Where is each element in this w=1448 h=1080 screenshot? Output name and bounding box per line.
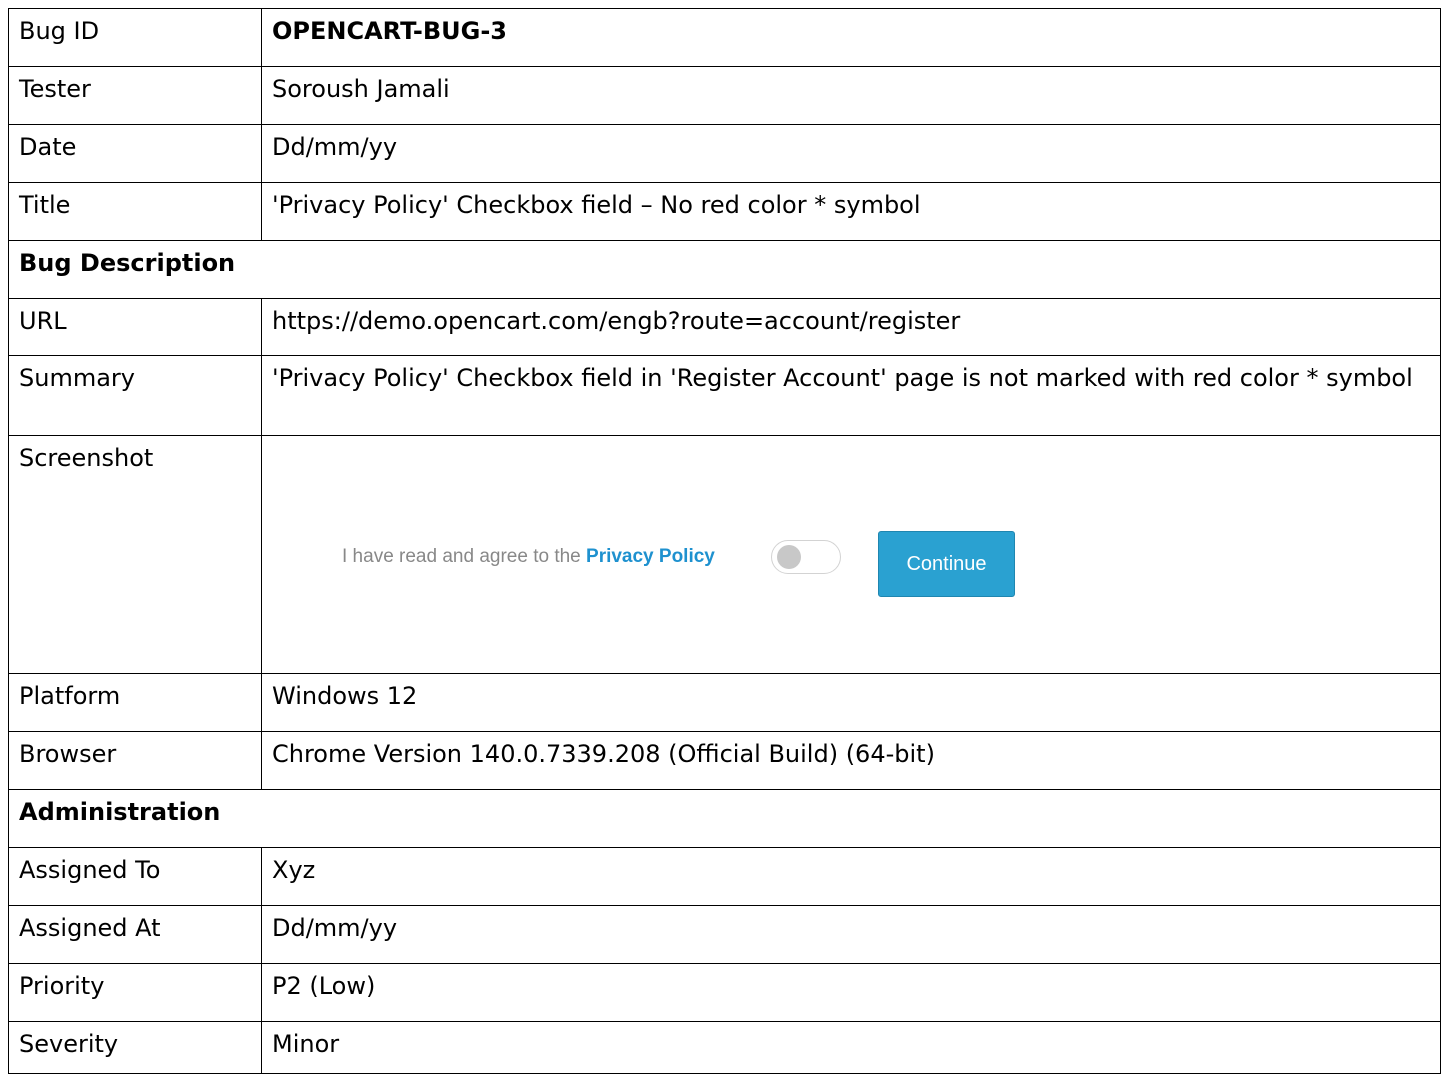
bug-id-row: Bug ID OPENCART-BUG-3 bbox=[8, 8, 1441, 67]
bug-report-table: Bug ID OPENCART-BUG-3 Tester Soroush Jam… bbox=[8, 8, 1441, 1074]
severity-row: Severity Minor bbox=[8, 1021, 1441, 1074]
bug-id-value: OPENCART-BUG-3 bbox=[261, 8, 1441, 67]
date-label: Date bbox=[8, 124, 262, 183]
url-label: URL bbox=[8, 298, 262, 356]
priority-value: P2 (Low) bbox=[261, 963, 1441, 1022]
date-value: Dd/mm/yy bbox=[261, 124, 1441, 183]
tester-row: Tester Soroush Jamali bbox=[8, 66, 1441, 125]
summary-value: 'Privacy Policy' Checkbox field in 'Regi… bbox=[261, 355, 1441, 436]
browser-value: Chrome Version 140.0.7339.208 (Official … bbox=[261, 731, 1441, 790]
tester-value: Soroush Jamali bbox=[261, 66, 1441, 125]
platform-label: Platform bbox=[8, 673, 262, 732]
assigned-to-value: Xyz bbox=[261, 847, 1441, 906]
administration-section-row: Administration bbox=[8, 789, 1441, 848]
screenshot-label: Screenshot bbox=[8, 435, 262, 674]
assigned-at-label: Assigned At bbox=[8, 905, 262, 964]
title-value: 'Privacy Policy' Checkbox field – No red… bbox=[261, 182, 1441, 241]
bug-description-heading: Bug Description bbox=[8, 240, 1441, 299]
url-value: https://demo.opencart.com/engb?route=acc… bbox=[261, 298, 1441, 356]
screenshot-cell: I have read and agree to the Privacy Pol… bbox=[261, 435, 1441, 674]
assigned-to-label: Assigned To bbox=[8, 847, 262, 906]
privacy-agree-text: I have read and agree to the Privacy Pol… bbox=[342, 545, 715, 569]
assigned-at-row: Assigned At Dd/mm/yy bbox=[8, 905, 1441, 964]
assigned-to-row: Assigned To Xyz bbox=[8, 847, 1441, 906]
screenshot-row: Screenshot I have read and agree to the … bbox=[8, 435, 1441, 674]
continue-button[interactable]: Continue bbox=[878, 531, 1015, 597]
administration-heading: Administration bbox=[8, 789, 1441, 848]
browser-label: Browser bbox=[8, 731, 262, 790]
severity-value: Minor bbox=[261, 1021, 1441, 1074]
toggle-knob bbox=[777, 545, 801, 569]
priority-row: Priority P2 (Low) bbox=[8, 963, 1441, 1022]
privacy-policy-toggle[interactable] bbox=[771, 540, 841, 574]
priority-label: Priority bbox=[8, 963, 262, 1022]
title-row: Title 'Privacy Policy' Checkbox field – … bbox=[8, 182, 1441, 241]
browser-row: Browser Chrome Version 140.0.7339.208 (O… bbox=[8, 731, 1441, 790]
privacy-policy-link[interactable]: Privacy Policy bbox=[586, 546, 715, 567]
assigned-at-value: Dd/mm/yy bbox=[261, 905, 1441, 964]
platform-value: Windows 12 bbox=[261, 673, 1441, 732]
bug-description-section-row: Bug Description bbox=[8, 240, 1441, 299]
summary-row: Summary 'Privacy Policy' Checkbox field … bbox=[8, 355, 1441, 436]
summary-label: Summary bbox=[8, 355, 262, 436]
tester-label: Tester bbox=[8, 66, 262, 125]
agree-text-prefix: I have read and agree to the bbox=[342, 546, 587, 567]
bug-id-label: Bug ID bbox=[8, 8, 262, 67]
embedded-screenshot: I have read and agree to the Privacy Pol… bbox=[263, 437, 1440, 673]
severity-label: Severity bbox=[8, 1021, 262, 1074]
date-row: Date Dd/mm/yy bbox=[8, 124, 1441, 183]
url-row: URL https://demo.opencart.com/engb?route… bbox=[8, 298, 1441, 356]
title-label: Title bbox=[8, 182, 262, 241]
platform-row: Platform Windows 12 bbox=[8, 673, 1441, 732]
